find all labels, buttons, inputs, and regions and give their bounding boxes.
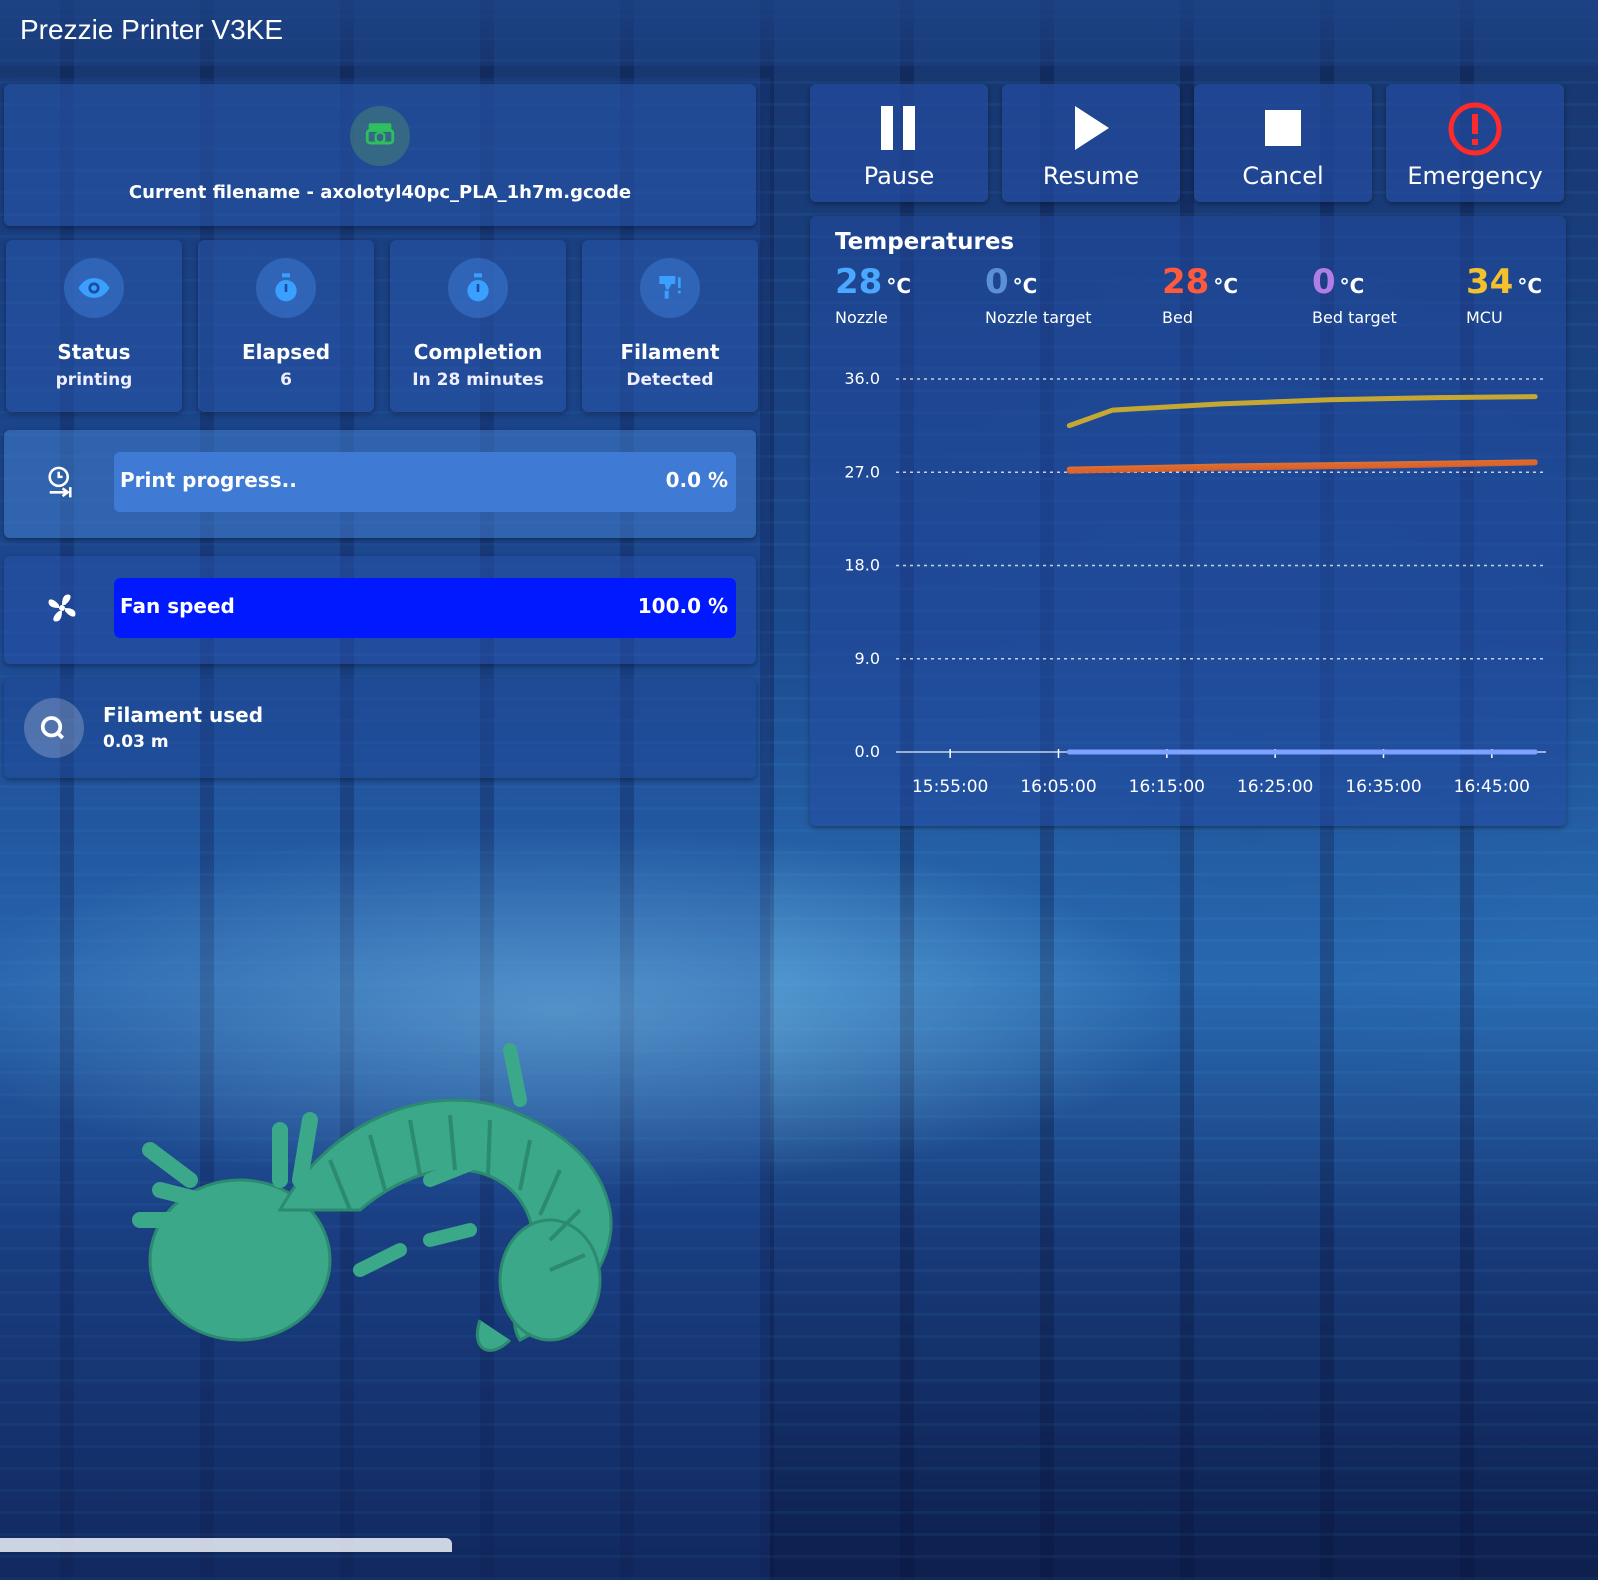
resume-button-label: Resume [1042,162,1140,190]
timer-progress-icon [44,464,76,504]
x-tick-label: 16:05:00 [1020,777,1096,797]
timer-icon [448,258,508,318]
timer-icon [256,258,316,318]
temperature-chart: 36.0 27.0 18.0 9.0 0.0 15:55:00 16:05:00 16:15:… [844,369,1546,797]
printer-icon-badge [350,106,410,166]
x-tick-label: 16:35:00 [1345,777,1421,797]
stat-tile-filament[interactable]: Filament Detected [582,240,758,412]
stat-value: Detected [626,370,714,390]
temp-unit: °C [1517,274,1543,298]
stop-icon [1194,104,1372,154]
stat-value: In 28 minutes [412,370,544,390]
printer-icon [365,123,395,145]
filament-used-value: 0.03 m [103,732,169,752]
pause-icon [810,104,988,154]
temp-unit: °C [886,274,912,298]
model-preview-axolotl [130,1040,650,1380]
y-tick-label: 36.0 [844,369,880,388]
bed-temp-value: 28 [1162,262,1210,302]
stat-tile-status[interactable]: Status printing [6,240,182,412]
bed-temp-reading: 28 °C [1162,262,1238,302]
stat-value: 6 [280,370,292,390]
print-progress-card: Print progress.. 0.0 % [4,430,756,538]
current-filename: Current filename - axolotyl40pc_PLA_1h7m… [128,182,632,203]
y-tick-label: 0.0 [855,742,880,761]
series-line-mcu [1066,394,1538,429]
stat-tile-completion[interactable]: Completion In 28 minutes [390,240,566,412]
bed-target-label: Bed target [1312,308,1397,327]
mcu-temp-value: 34 [1466,262,1514,302]
fan-speed-label: Fan speed [120,594,235,618]
mcu-temp-label: MCU [1466,308,1503,327]
cancel-button-label: Cancel [1242,162,1324,190]
print-progress-bar: Print progress.. 0.0 % [114,452,736,512]
app-title: Prezzie Printer V3KE [20,14,283,45]
fan-speed-value: 100.0 % [637,594,728,618]
emergency-button-label: Emergency [1407,162,1543,190]
x-tick-label: 16:25:00 [1237,777,1313,797]
temp-unit: °C [1213,274,1239,298]
fan-icon [44,590,80,630]
stat-title: Completion [413,340,543,364]
alert-circle-icon [1386,102,1564,156]
nozzle-target-value: 0 [985,262,1009,302]
temp-unit: °C [1339,274,1365,298]
play-icon [1002,104,1180,154]
nozzle-temp-label: Nozzle [835,308,888,327]
eye-icon [64,258,124,318]
stat-title: Status [57,340,131,364]
temp-unit: °C [1012,274,1038,298]
stat-value: printing [55,370,133,390]
status-strip [0,1538,452,1552]
filament-sensor-icon [640,258,700,318]
fan-speed-card: Fan speed 100.0 % [4,556,756,664]
y-tick-label: 18.0 [844,556,880,575]
filament-spool-icon [24,698,84,758]
x-tick-label: 16:15:00 [1129,777,1205,797]
bed-temp-label: Bed [1162,308,1193,327]
x-tick-label: 16:45:00 [1454,777,1530,797]
filament-used-title: Filament used [103,703,264,727]
stat-title: Filament [620,340,720,364]
x-tick-label: 15:55:00 [912,777,988,797]
print-progress-label: Print progress.. [120,468,297,492]
nozzle-temp-reading: 28 °C [835,262,911,302]
stat-title: Elapsed [241,340,331,364]
mcu-temp-reading: 34 °C [1466,262,1542,302]
bed-target-reading: 0 °C [1312,262,1364,302]
nozzle-target-reading: 0 °C [985,262,1037,302]
top-app-bar: Prezzie Printer V3KE [0,0,1598,66]
pause-button-label: Pause [863,162,935,190]
stat-tile-elapsed[interactable]: Elapsed 6 [198,240,374,412]
nozzle-target-label: Nozzle target [985,308,1092,327]
nozzle-temp-value: 28 [835,262,883,302]
print-progress-value: 0.0 % [665,468,728,492]
y-tick-label: 27.0 [844,462,880,481]
bed-target-value: 0 [1312,262,1336,302]
filament-used-card [4,678,756,778]
temperatures-title: Temperatures [835,229,1015,255]
y-tick-label: 9.0 [855,649,880,668]
fan-speed-slider[interactable]: Fan speed 100.0 % [114,578,736,638]
